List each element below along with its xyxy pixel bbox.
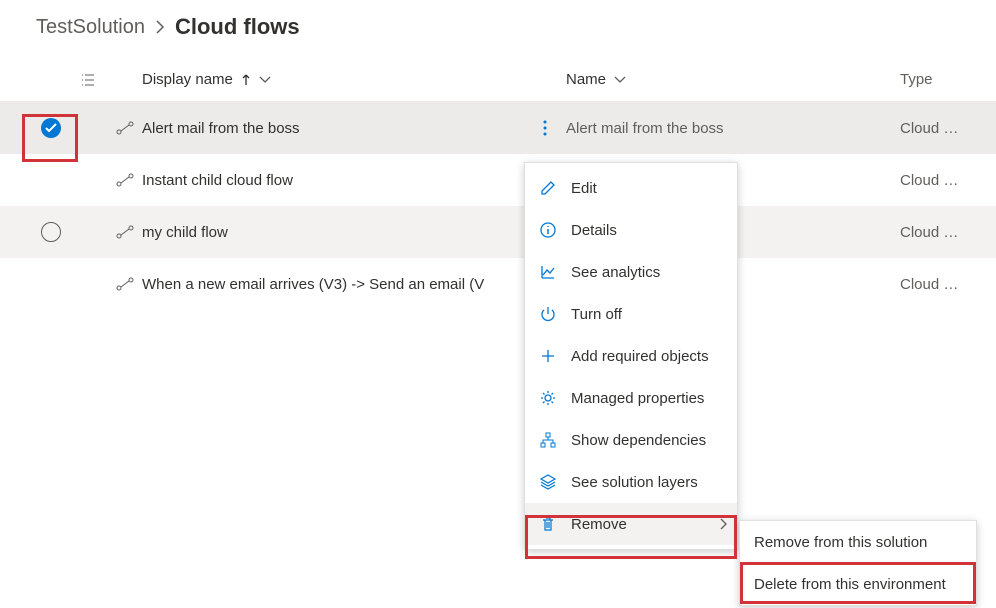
menu-item-managed-properties[interactable]: Managed properties	[525, 377, 737, 419]
flow-icon	[116, 121, 134, 135]
menu-item-label: See solution layers	[571, 474, 698, 491]
order-icon[interactable]	[80, 72, 108, 88]
chevron-down-icon	[259, 76, 271, 84]
menu-item-remove[interactable]: Remove	[525, 503, 737, 545]
menu-item-show-dependencies[interactable]: Show dependencies	[525, 419, 737, 461]
type-cell: Cloud F...	[900, 120, 960, 137]
edit-icon	[539, 179, 557, 197]
menu-item-label: Delete from this environment	[754, 576, 946, 593]
menu-item-details[interactable]: Details	[525, 209, 737, 251]
context-menu: Edit Details See analytics Turn off Add …	[524, 162, 738, 550]
menu-item-label: Add required objects	[571, 348, 709, 365]
menu-item-turn-off[interactable]: Turn off	[525, 293, 737, 335]
menu-item-label: Show dependencies	[571, 432, 706, 449]
table-row[interactable]: When a new email arrives (V3) -> Send an…	[0, 258, 996, 310]
trash-icon	[539, 515, 557, 533]
column-header-name[interactable]: Name	[566, 71, 626, 88]
menu-item-label: Edit	[571, 180, 597, 197]
menu-item-remove-from-solution[interactable]: Remove from this solution	[740, 521, 976, 563]
context-submenu: Remove from this solution Delete from th…	[739, 520, 977, 606]
name-cell: Alert mail from the boss	[566, 120, 724, 137]
display-name-cell[interactable]: Instant child cloud flow	[142, 172, 293, 189]
gear-icon	[539, 389, 557, 407]
sort-asc-icon	[241, 74, 251, 86]
table-row[interactable]: my child flow Cloud F...	[0, 206, 996, 258]
display-name-cell[interactable]: Alert mail from the boss	[142, 120, 300, 137]
flow-icon	[116, 277, 134, 291]
type-cell: Cloud F...	[900, 172, 960, 189]
menu-item-see-solution-layers[interactable]: See solution layers	[525, 461, 737, 503]
more-actions-icon[interactable]	[543, 120, 547, 136]
row-checkbox[interactable]	[41, 118, 61, 138]
menu-item-label: Turn off	[571, 306, 622, 323]
breadcrumb: TestSolution Cloud flows	[0, 0, 996, 58]
type-cell: Cloud F...	[900, 276, 960, 293]
hierarchy-icon	[539, 431, 557, 449]
row-checkbox[interactable]	[41, 222, 61, 242]
column-header-type[interactable]: Type	[900, 71, 933, 88]
breadcrumb-parent[interactable]: TestSolution	[36, 16, 145, 39]
layers-icon	[539, 473, 557, 491]
menu-item-delete-from-environment[interactable]: Delete from this environment	[740, 563, 976, 605]
menu-item-add-required-objects[interactable]: Add required objects	[525, 335, 737, 377]
menu-item-label: Details	[571, 222, 617, 239]
type-cell: Cloud F...	[900, 224, 960, 241]
table-row[interactable]: Alert mail from the boss Alert mail from…	[0, 102, 996, 154]
analytics-icon	[539, 263, 557, 281]
flow-icon	[116, 173, 134, 187]
menu-item-label: Remove from this solution	[754, 534, 927, 551]
breadcrumb-current: Cloud flows	[175, 14, 300, 40]
table-row[interactable]: Instant child cloud flow Cloud F...	[0, 154, 996, 206]
table-header: Display name Name Type	[0, 58, 996, 102]
column-header-display-name[interactable]: Display name	[142, 71, 271, 88]
menu-item-label: See analytics	[571, 264, 660, 281]
power-icon	[539, 305, 557, 323]
display-name-cell[interactable]: my child flow	[142, 224, 228, 241]
display-name-cell[interactable]: When a new email arrives (V3) -> Send an…	[142, 276, 484, 293]
menu-item-label: Remove	[571, 516, 627, 533]
menu-item-label: Managed properties	[571, 390, 704, 407]
info-icon	[539, 221, 557, 239]
chevron-right-icon	[720, 518, 727, 530]
chevron-right-icon	[155, 20, 165, 34]
flow-icon	[116, 225, 134, 239]
menu-item-edit[interactable]: Edit	[525, 167, 737, 209]
chevron-down-icon	[614, 76, 626, 84]
menu-item-analytics[interactable]: See analytics	[525, 251, 737, 293]
plus-icon	[539, 347, 557, 365]
